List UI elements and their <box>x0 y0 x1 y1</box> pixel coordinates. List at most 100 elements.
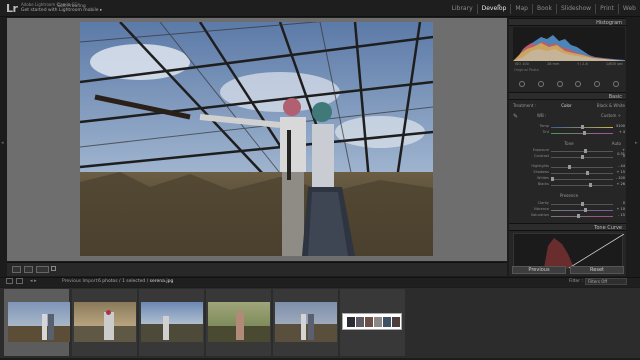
wb-select[interactable]: Custom ÷ <box>601 113 621 118</box>
crop-icon[interactable] <box>519 80 526 87</box>
module-web[interactable]: Web <box>617 4 640 14</box>
thumbnail-2[interactable] <box>74 302 136 342</box>
tone-title: Tone <box>564 141 574 146</box>
second-window-icon[interactable] <box>6 278 13 284</box>
contrast-knob[interactable] <box>581 155 584 159</box>
compare-view-icon[interactable] <box>24 266 33 273</box>
tone-group-label: Tone Auto <box>513 141 625 146</box>
graduated-filter-icon[interactable] <box>575 80 582 87</box>
module-print[interactable]: Print <box>595 4 618 14</box>
shadows-value[interactable]: + 15 <box>615 170 626 174</box>
thumbnail-1[interactable] <box>8 302 70 342</box>
tool-strip <box>513 78 625 89</box>
saturation-slider[interactable]: Saturation - 15 <box>513 213 625 219</box>
lightroom-logo: Lr <box>6 2 18 15</box>
toolbar <box>7 262 507 276</box>
histogram-title: Histogram <box>596 20 622 26</box>
vibrance-label: Vibrance <box>533 207 549 211</box>
tone-curve-graph[interactable] <box>513 233 625 269</box>
previous-button[interactable]: Previous <box>512 266 566 274</box>
module-library[interactable]: Library <box>448 4 477 14</box>
exposure-knob[interactable] <box>584 149 587 153</box>
clarity-label: Clarity <box>537 201 549 205</box>
module-map[interactable]: Map <box>510 4 532 14</box>
basic-header[interactable]: Basic <box>509 92 626 100</box>
palette-swatch <box>356 317 364 327</box>
palette-swatch <box>347 317 355 327</box>
color-palette-thumbnail[interactable] <box>342 313 402 330</box>
treatment-color[interactable]: Color <box>561 103 571 108</box>
radial-filter-icon[interactable] <box>593 80 600 87</box>
focal-length: 28 mm <box>546 62 560 66</box>
treatment-label: Treatment : <box>513 103 536 108</box>
whites-value[interactable]: - 100 <box>615 176 625 180</box>
blacks-label: Blacks <box>537 182 549 186</box>
module-book[interactable]: Book <box>532 4 556 14</box>
histogram <box>513 27 625 61</box>
temp-value[interactable]: 5100 <box>615 124 625 128</box>
filter-select[interactable]: Filters Off <box>585 278 627 285</box>
red-eye-icon[interactable] <box>556 80 563 87</box>
soft-proofing-label: Soft Proofing <box>57 4 86 9</box>
treatment-row: Treatment : Color Black & White <box>513 103 625 108</box>
contrast-label: Contrast <box>534 154 549 158</box>
saturation-value[interactable]: - 15 <box>615 213 625 217</box>
saturation-knob[interactable] <box>577 214 580 218</box>
presence-group-label: Presence <box>559 193 579 198</box>
brush-icon[interactable] <box>612 80 619 87</box>
right-panel-toggle-icon[interactable]: ▸ <box>635 140 638 146</box>
tint-slider[interactable]: Tint + 4 <box>513 130 625 136</box>
reset-button[interactable]: Reset <box>570 266 624 274</box>
module-develop[interactable]: Develop <box>476 4 511 14</box>
soft-proofing-checkbox[interactable] <box>51 266 56 271</box>
tint-value[interactable]: + 4 <box>615 130 625 134</box>
thumbnail-3[interactable] <box>141 302 203 342</box>
back-forward-icon[interactable]: ◂ ▸ <box>30 278 37 284</box>
loupe-view-icon[interactable] <box>12 266 21 273</box>
blacks-knob[interactable] <box>589 183 592 187</box>
before-after-icon[interactable] <box>36 266 49 273</box>
saturation-label: Saturation <box>530 213 549 217</box>
tint-knob[interactable] <box>583 131 586 135</box>
selection-count: 6 photos / 1 selected / <box>98 279 150 284</box>
clarity-knob[interactable] <box>581 202 584 206</box>
whites-knob[interactable] <box>551 177 554 181</box>
blacks-value[interactable]: + 26 <box>615 182 626 186</box>
eyedropper-icon[interactable]: ✎ <box>513 113 518 120</box>
vibrance-knob[interactable] <box>584 208 587 212</box>
shadows-label: Shadows <box>533 170 549 174</box>
contrast-slider[interactable]: Contrast 0 <box>513 154 625 160</box>
histogram-stats: ISO 100 28 mm f / 2.8 1/800 sec <box>515 62 623 66</box>
tone-curve-header[interactable]: Tone Curve <box>509 223 626 231</box>
contrast-value[interactable]: 0 <box>615 154 625 158</box>
grid-view-icon[interactable] <box>16 278 23 284</box>
wb-label: WB : <box>537 113 547 118</box>
spot-removal-icon[interactable] <box>537 80 544 87</box>
previous-import-label[interactable]: Previous Import <box>62 279 97 284</box>
blacks-slider[interactable]: Blacks + 26 <box>513 182 625 188</box>
tint-label: Tint <box>542 130 549 134</box>
shadows-knob[interactable] <box>586 171 589 175</box>
thumbnail-4[interactable] <box>208 302 270 342</box>
thumbnail-5[interactable] <box>275 302 337 342</box>
left-panel-toggle-icon[interactable]: ◂ <box>1 140 4 146</box>
toolbar-menu-icon[interactable]: ▾ <box>498 3 501 9</box>
iso-value: ISO 100 <box>515 62 529 66</box>
palette-swatch <box>392 317 400 327</box>
histogram-header[interactable]: Histogram <box>509 18 626 26</box>
shutter-speed: 1/800 sec <box>605 62 623 66</box>
vibrance-value[interactable]: + 10 <box>615 207 626 211</box>
highlights-knob[interactable] <box>568 165 571 169</box>
temp-label: Temp <box>539 124 549 128</box>
treatment-bw[interactable]: Black & White <box>597 103 625 108</box>
temp-knob[interactable] <box>581 125 584 129</box>
clarity-value[interactable]: 0 <box>615 201 625 205</box>
whites-label: Whites <box>536 176 549 180</box>
module-picker: Library Develop Map Book Slideshow Print… <box>448 4 640 14</box>
module-slideshow[interactable]: Slideshow <box>555 4 595 14</box>
highlights-value[interactable]: - 44 <box>615 164 625 168</box>
filter-label: Filter : <box>569 279 584 284</box>
main-photo[interactable] <box>80 22 433 256</box>
palette-swatch <box>374 317 382 327</box>
auto-tone-button[interactable]: Auto <box>612 141 621 146</box>
